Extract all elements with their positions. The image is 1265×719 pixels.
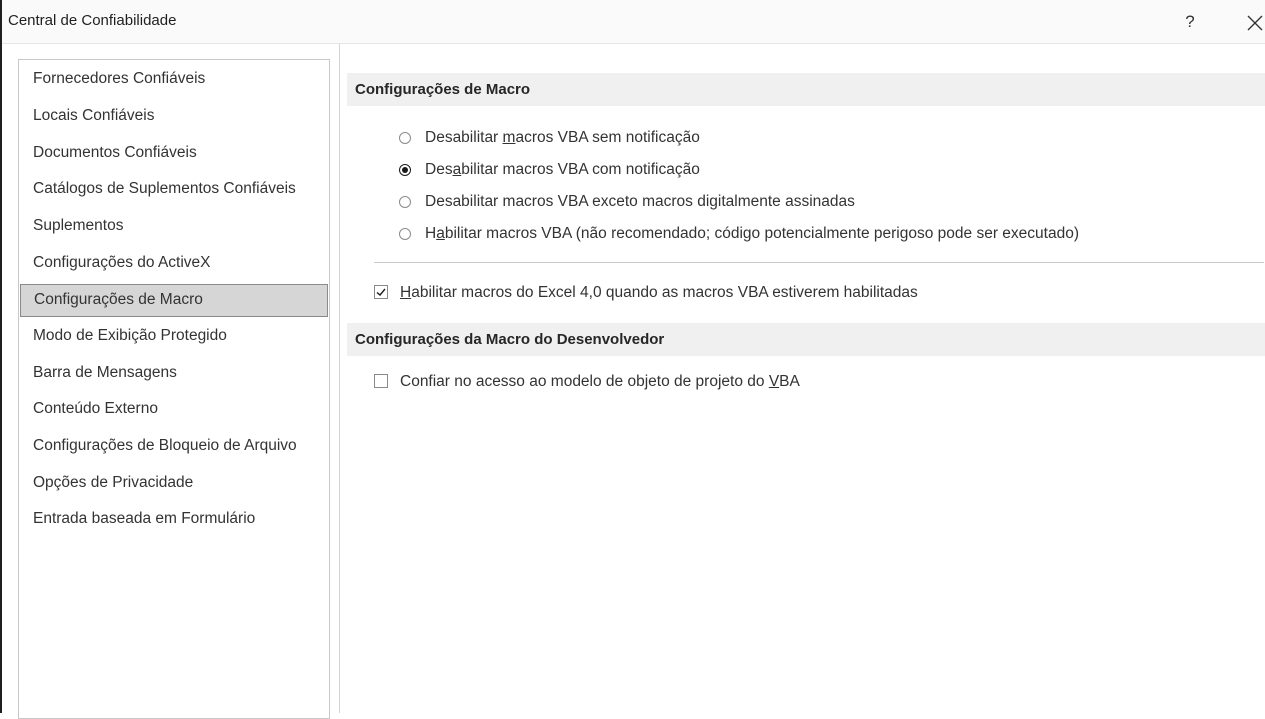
sidebar-item-trusted-addin-catalogs[interactable]: Catálogos de Suplementos Confiáveis: [19, 174, 329, 207]
developer-macro-settings-header: Configurações da Macro do Desenvolvedor: [347, 323, 1265, 356]
sidebar-item-file-block-settings[interactable]: Configurações de Bloqueio de Arquivo: [19, 431, 329, 464]
sidebar-item-protected-view[interactable]: Modo de Exibição Protegido: [19, 321, 329, 354]
option-disable-except-signed-label[interactable]: Desabilitar macros VBA exceto macros dig…: [425, 192, 855, 212]
sidebar-item-macro-settings[interactable]: Configurações de Macro: [20, 284, 328, 317]
radio-disable-with-notification[interactable]: [399, 164, 411, 176]
radio-disable-except-signed[interactable]: [399, 196, 411, 208]
sidebar-item-external-content[interactable]: Conteúdo Externo: [19, 394, 329, 427]
checkbox-enable-excel4-macros[interactable]: [374, 285, 388, 299]
checkmark-icon: [376, 288, 386, 296]
sidebar-item-privacy-options[interactable]: Opções de Privacidade: [19, 468, 329, 501]
dialog-title: Central de Confiabilidade: [8, 12, 177, 29]
radio-selected-dot: [402, 167, 408, 173]
macro-settings-header: Configurações de Macro: [347, 73, 1265, 106]
help-button[interactable]: ?: [1177, 8, 1203, 36]
radio-disable-without-notification[interactable]: [399, 132, 411, 144]
close-icon: [1247, 15, 1263, 31]
category-list: Fornecedores Confiáveis Locais Confiávei…: [18, 59, 330, 719]
option-trust-vba-access-label[interactable]: Confiar no acesso ao modelo de objeto de…: [400, 372, 800, 392]
checkbox-trust-vba-access[interactable]: [374, 374, 388, 388]
option-enable-excel4-macros-label[interactable]: Habilitar macros do Excel 4,0 quando as …: [400, 283, 918, 303]
title-bar: Central de Confiabilidade ?: [2, 0, 1265, 44]
sidebar-item-trusted-publishers[interactable]: Fornecedores Confiáveis: [19, 64, 329, 97]
sidebar-item-activex-settings[interactable]: Configurações do ActiveX: [19, 248, 329, 281]
option-enable-all-macros-label[interactable]: Habilitar macros VBA (não recomendado; c…: [425, 224, 1079, 244]
sidebar-item-form-based-signin[interactable]: Entrada baseada em Formulário: [19, 504, 329, 537]
option-disable-without-notification-label[interactable]: Desabilitar macros VBA sem notificação: [425, 128, 700, 148]
panel-divider: [339, 44, 340, 713]
radio-enable-all-macros[interactable]: [399, 228, 411, 240]
trust-center-dialog: Central de Confiabilidade ? Fornecedores…: [0, 0, 1265, 719]
section-separator: [374, 262, 1264, 263]
option-disable-with-notification-label[interactable]: Desabilitar macros VBA com notificação: [425, 160, 700, 180]
sidebar-item-addins[interactable]: Suplementos: [19, 211, 329, 244]
sidebar-item-message-bar[interactable]: Barra de Mensagens: [19, 358, 329, 391]
sidebar-item-trusted-locations[interactable]: Locais Confiáveis: [19, 101, 329, 134]
sidebar-item-trusted-documents[interactable]: Documentos Confiáveis: [19, 138, 329, 171]
close-button[interactable]: [1240, 8, 1265, 36]
